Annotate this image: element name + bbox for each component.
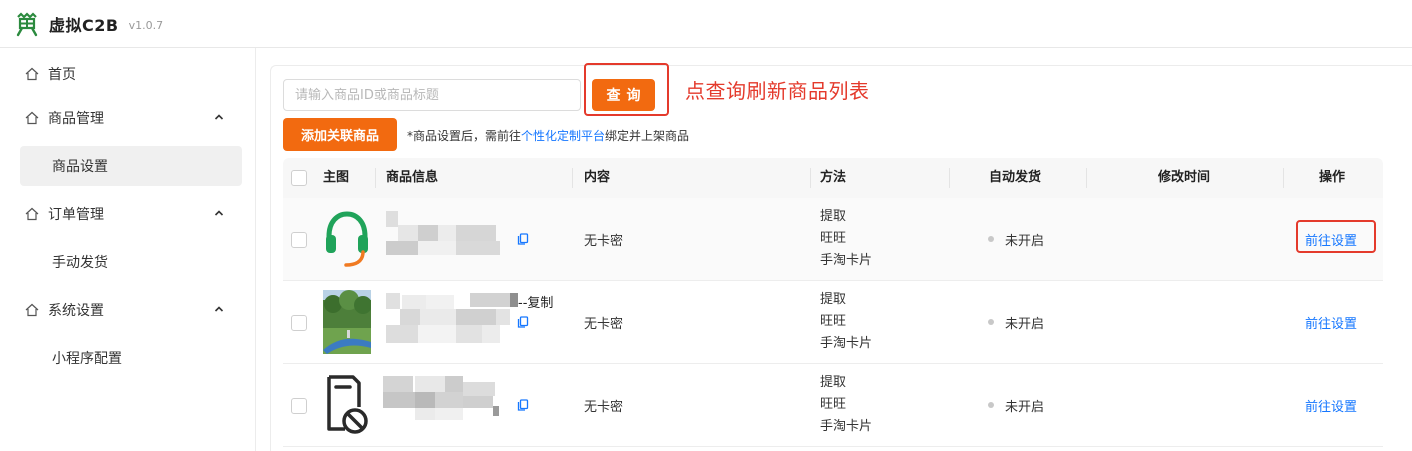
sidebar-item-label: 首页 — [48, 67, 76, 83]
header-divider — [1086, 168, 1087, 188]
table-row: 无卡密 提取 旺旺 手淘卡片 未开启 前往设置 — [283, 198, 1383, 281]
sidebar-item-home[interactable]: 首页 — [20, 54, 242, 94]
header-divider — [1283, 168, 1284, 188]
blurred-product-info — [383, 376, 513, 432]
method-item: 手淘卡片 — [820, 336, 873, 351]
header-content: 内容 — [584, 170, 611, 185]
table-row: --复制 无卡密 提取 旺旺 手淘卡片 未开启 前往设置 — [283, 281, 1383, 364]
copy-icon[interactable] — [517, 316, 529, 328]
header-modified: 修改时间 — [1158, 170, 1211, 185]
blocked-document-icon — [327, 375, 368, 434]
product-title-suffix: --复制 — [518, 296, 554, 311]
method-list: 提取 旺旺 手淘卡片 — [820, 206, 872, 272]
header-image: 主图 — [323, 170, 350, 185]
query-button[interactable]: 查询 — [592, 79, 655, 111]
headset-icon — [326, 211, 368, 267]
product-table: 主图 商品信息 内容 方法 自动发货 修改时间 操作 无卡密 提取 旺旺 手淘卡… — [283, 158, 1383, 451]
sidebar-item-label: 商品设置 — [52, 159, 108, 175]
header-actions: 操作 — [1319, 170, 1346, 185]
header-divider — [949, 168, 950, 188]
product-thumbnail-park — [323, 290, 371, 354]
sidebar-item-product-settings[interactable]: 商品设置 — [20, 146, 242, 186]
row-checkbox[interactable] — [291, 232, 307, 248]
chevron-up-icon — [214, 114, 224, 120]
auto-ship-status: 未开启 — [1005, 400, 1045, 415]
sidebar-item-label: 小程序配置 — [52, 351, 122, 367]
goto-settings-link[interactable]: 前往设置 — [1305, 396, 1357, 415]
method-list: 提取 旺旺 手淘卡片 — [820, 372, 872, 438]
goto-settings-link[interactable]: 前往设置 — [1305, 313, 1357, 332]
content-value: 无卡密 — [584, 317, 624, 332]
notice-before: *商品设置后，需前往 — [407, 129, 522, 143]
top-bar: 虚拟C2B v1.0.7 — [0, 0, 1412, 48]
sidebar-item-label: 手动发货 — [52, 255, 108, 271]
row-checkbox[interactable] — [291, 315, 307, 331]
method-item: 提取 — [820, 292, 847, 307]
select-all-checkbox[interactable] — [291, 170, 307, 186]
home-icon — [25, 207, 39, 221]
method-item: 提取 — [820, 209, 847, 224]
search-input[interactable] — [283, 79, 581, 111]
method-item: 提取 — [820, 375, 847, 390]
copy-icon[interactable] — [517, 233, 529, 245]
chevron-up-icon — [214, 210, 224, 216]
auto-ship-status: 未开启 — [1005, 317, 1045, 332]
table-header: 主图 商品信息 内容 方法 自动发货 修改时间 操作 — [283, 158, 1383, 198]
app-title: 虚拟C2B — [49, 15, 119, 35]
home-icon — [25, 67, 39, 81]
header-divider — [572, 168, 573, 188]
sidebar-item-product-management[interactable]: 商品管理 — [20, 98, 242, 138]
header-divider — [810, 168, 811, 188]
home-icon — [25, 303, 39, 317]
status-dot — [988, 236, 994, 242]
content-value: 无卡密 — [584, 234, 624, 249]
sidebar-item-manual-delivery[interactable]: 手动发货 — [20, 242, 242, 282]
method-item: 手淘卡片 — [820, 419, 873, 434]
sidebar-item-system-settings[interactable]: 系统设置 — [20, 290, 242, 330]
customization-platform-link[interactable]: 个性化定制平台 — [521, 129, 605, 143]
add-linked-product-button[interactable]: 添加关联商品 — [283, 118, 397, 151]
method-list: 提取 旺旺 手淘卡片 — [820, 289, 872, 355]
notice-after: 绑定并上架商品 — [605, 129, 690, 143]
header-method: 方法 — [820, 170, 847, 185]
app-logo-icon — [14, 11, 40, 37]
method-item: 旺旺 — [820, 231, 847, 246]
auto-ship-status: 未开启 — [1005, 234, 1045, 249]
notice-text: *商品设置后，需前往个性化定制平台绑定并上架商品 — [407, 127, 689, 144]
sidebar-item-mini-program[interactable]: 小程序配置 — [20, 338, 242, 378]
home-icon — [25, 111, 39, 125]
header-auto-ship: 自动发货 — [989, 170, 1042, 185]
status-dot — [988, 402, 994, 408]
sidebar: 首页 商品管理 商品设置 订单管理 手动发货 系统设置 小程序配置 — [0, 48, 256, 451]
sidebar-item-label: 商品管理 — [48, 111, 104, 127]
row-checkbox[interactable] — [291, 398, 307, 414]
copy-icon[interactable] — [517, 399, 529, 411]
content-value: 无卡密 — [584, 400, 624, 415]
header-info: 商品信息 — [386, 170, 439, 185]
sidebar-item-label: 系统设置 — [48, 303, 104, 319]
blurred-product-info — [386, 211, 514, 267]
blurred-product-info — [386, 293, 518, 349]
method-item: 旺旺 — [820, 314, 847, 329]
sidebar-item-order-management[interactable]: 订单管理 — [20, 194, 242, 234]
method-item: 手淘卡片 — [820, 253, 873, 268]
goto-settings-link[interactable]: 前往设置 — [1305, 230, 1357, 249]
header-divider — [375, 168, 376, 188]
table-row: 无卡密 提取 旺旺 手淘卡片 未开启 前往设置 — [283, 364, 1383, 447]
method-item: 旺旺 — [820, 397, 847, 412]
sidebar-item-label: 订单管理 — [48, 207, 104, 223]
chevron-up-icon — [214, 306, 224, 312]
status-dot — [988, 319, 994, 325]
annotation-text: 点查询刷新商品列表 — [685, 79, 870, 103]
app-version: v1.0.7 — [128, 18, 164, 32]
